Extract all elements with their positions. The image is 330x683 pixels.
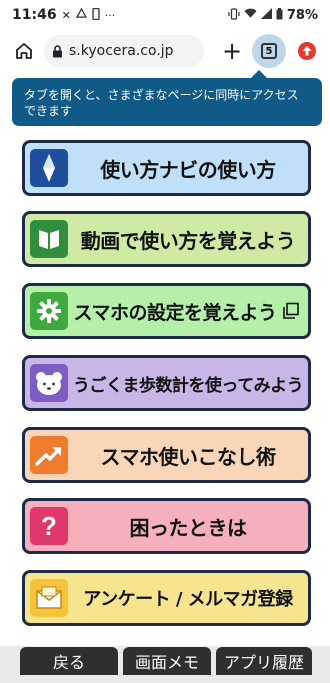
compass-icon xyxy=(30,149,68,187)
lock-icon xyxy=(53,44,62,57)
menu-item-video-guide[interactable]: 動画で使い方を覚えよう xyxy=(22,211,311,267)
home-button[interactable] xyxy=(8,35,40,67)
menu-item-troubleshooting[interactable]: ? 困ったときは xyxy=(22,498,311,554)
menu-item-label: うごくま歩数計を使ってみよう xyxy=(72,375,304,396)
signal-icon xyxy=(260,8,272,22)
menu-item-label: 動画で使い方を覚えよう xyxy=(80,228,296,253)
battery-level: 78% xyxy=(286,7,318,23)
update-icon xyxy=(298,42,316,60)
tooltip-text: タブを開くと、さまざまなページに同時にアクセスできます xyxy=(24,88,299,118)
wifi-icon xyxy=(244,8,257,22)
back-button[interactable]: 戻る xyxy=(20,647,118,675)
screen-memo-button[interactable]: 画面メモ xyxy=(123,647,211,675)
external-link-icon xyxy=(283,302,299,319)
url-text: s.kyocera.co.jp xyxy=(69,43,174,59)
menu-item-label: 困ったときは xyxy=(129,515,248,540)
tab-tooltip: タブを開くと、さまざまなページに同時にアクセスできます xyxy=(12,70,322,126)
app-history-button[interactable]: アプリ履歴 xyxy=(216,647,312,675)
menu-item-tips[interactable]: スマホ使いこなし術 xyxy=(22,427,311,483)
address-bar[interactable]: s.kyocera.co.jp xyxy=(44,35,204,67)
home-icon xyxy=(16,43,32,59)
menu-item-label: アンケート / メルマガ登録 xyxy=(83,589,293,610)
bear-icon xyxy=(30,364,68,402)
menu-item-label: スマホの設定を覚えよう xyxy=(73,301,277,324)
browser-toolbar: s.kyocera.co.jp + 5 xyxy=(0,30,330,72)
vibrate-icon xyxy=(228,7,240,23)
mail-icon xyxy=(30,579,68,617)
tab-switcher-button[interactable]: 5 xyxy=(252,34,286,68)
back-label: 戻る xyxy=(52,653,85,672)
new-tab-button[interactable]: + xyxy=(218,35,246,67)
trend-icon xyxy=(30,436,68,474)
status-time: 11:46 xyxy=(12,7,57,23)
menu-item-pedometer[interactable]: うごくま歩数計を使ってみよう xyxy=(22,355,311,411)
drive-icon xyxy=(75,7,87,22)
plus-icon: + xyxy=(221,37,243,65)
app-history-label: アプリ履歴 xyxy=(223,653,304,672)
phone-icon xyxy=(92,7,100,23)
screen-memo-label: 画面メモ xyxy=(134,653,199,672)
menu-item-settings-guide[interactable]: スマホの設定を覚えよう xyxy=(22,283,311,339)
close-icon: ✕ xyxy=(61,8,71,22)
book-icon xyxy=(30,220,68,258)
menu-item-survey[interactable]: アンケート / メルマガ登録 xyxy=(22,570,311,626)
menu-item-label: スマホ使いこなし術 xyxy=(100,444,276,469)
gear-icon xyxy=(30,292,68,330)
menu-item-navi-guide[interactable]: 使い方ナビの使い方 xyxy=(22,140,311,196)
battery-icon xyxy=(276,7,283,23)
tab-count: 5 xyxy=(261,43,277,59)
more-icon: ··· xyxy=(104,8,116,22)
update-button[interactable] xyxy=(296,40,318,62)
question-icon: ? xyxy=(30,507,68,545)
menu-item-label: 使い方ナビの使い方 xyxy=(100,157,276,182)
status-bar: 11:46 ✕ ··· 78% xyxy=(0,0,330,30)
bottom-nav-bar: 戻る 画面メモ アプリ履歴 xyxy=(0,646,330,683)
